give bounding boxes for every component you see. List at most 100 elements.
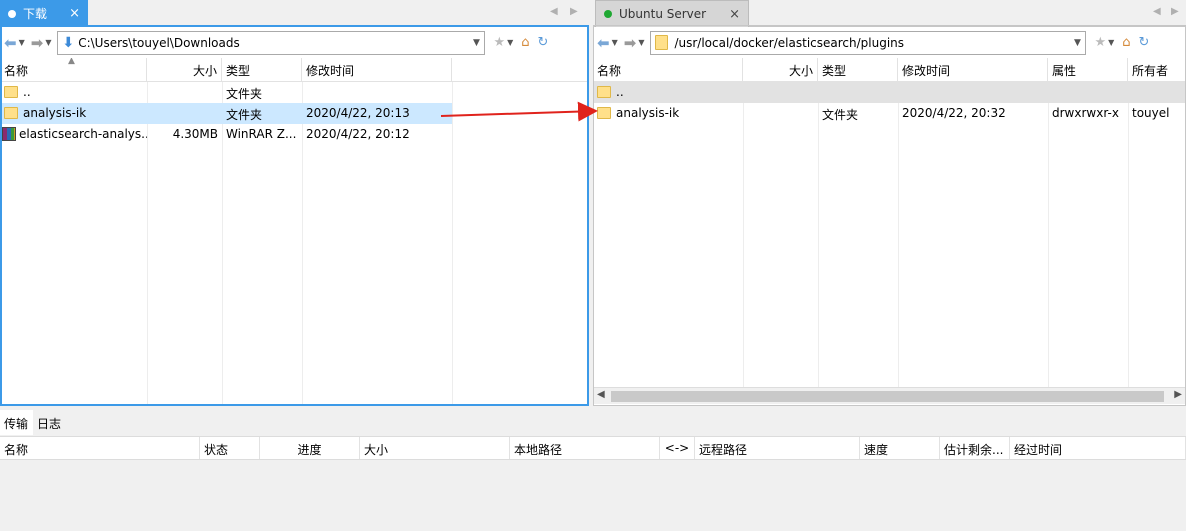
chevron-down-icon: ▼ — [18, 38, 25, 47]
status-dot-icon — [8, 9, 16, 18]
column-header-modified[interactable]: 修改时间 — [302, 58, 452, 81]
file-type-cell: 文件夹 — [226, 87, 263, 101]
file-name: elasticsearch-analys... — [19, 127, 147, 141]
column-header-speed[interactable]: 速度 — [860, 437, 940, 459]
column-header-name[interactable]: 名称 — [593, 58, 743, 81]
tab-scroll-left-icon[interactable]: ◀ — [1153, 6, 1161, 17]
table-row-highlighted[interactable]: .. — [593, 82, 1186, 103]
column-header-owner[interactable]: 所有者 — [1128, 58, 1186, 81]
home-icon[interactable]: ⌂ — [521, 35, 529, 50]
file-modified-cell: 2020/4/22, 20:13 — [306, 106, 410, 120]
refresh-icon[interactable]: ↻ — [1139, 35, 1150, 50]
column-header-direction[interactable]: <-> — [660, 437, 695, 459]
file-name: .. — [616, 85, 624, 99]
column-header-local-path[interactable]: 本地路径 — [510, 437, 660, 459]
column-header-name[interactable]: 名称 — [0, 437, 200, 459]
star-icon[interactable]: ★ — [493, 35, 505, 50]
file-name-cell: .. — [593, 82, 743, 103]
file-name-cell: analysis-ik — [593, 103, 743, 124]
local-toolbar: ⬅ ▼ ➡ ▼ ⬇ C:\Users\touyel\Downloads ▼ ★ ▼ … — [0, 29, 589, 56]
scroll-right-icon[interactable]: ▶ — [1174, 389, 1182, 400]
file-type-cell: 文件夹 — [822, 108, 859, 122]
back-button[interactable]: ⬅ ▼ — [597, 34, 618, 52]
tab-scroll-right-icon[interactable]: ▶ — [1171, 6, 1179, 17]
column-header-remote-path[interactable]: 远程路径 — [695, 437, 860, 459]
horizontal-scrollbar[interactable]: ◀ ▶ — [593, 387, 1186, 404]
file-name: .. — [23, 85, 31, 99]
local-tabbar: 下载 × ◀ ▶ — [0, 0, 589, 27]
chevron-down-icon[interactable]: ▼ — [1069, 38, 1085, 48]
download-icon: ⬇ — [62, 34, 75, 51]
file-name-cell: .. — [0, 82, 147, 103]
chevron-down-icon: ▼ — [45, 38, 52, 47]
forward-button[interactable]: ➡ ▼ — [624, 34, 645, 52]
transfer-panel: 传输 日志 名称 状态 进度 大小 本地路径 <-> 远程路径 速度 估计剩余.… — [0, 407, 1186, 532]
status-dot-icon — [604, 10, 612, 18]
file-type-cell: WinRAR Z... — [226, 127, 297, 141]
remote-pane: Ubuntu Server × ◀ ▶ ⬅ ▼ ➡ ▼ /usr/local/doc… — [593, 0, 1186, 406]
transfer-list-header: 名称 状态 进度 大小 本地路径 <-> 远程路径 速度 估计剩余... 经过时… — [0, 436, 1186, 460]
arrow-left-icon: ⬅ — [597, 33, 610, 52]
local-path-input[interactable]: ⬇ C:\Users\touyel\Downloads ▼ — [57, 30, 486, 55]
remote-file-list[interactable]: 名称 大小 类型 修改时间 属性 所有者 .. analysis-ik 文件夹 … — [593, 58, 1186, 404]
file-name-cell: analysis-ik — [0, 103, 147, 124]
column-header-eta[interactable]: 估计剩余... — [940, 437, 1010, 459]
chevron-down-icon: ▼ — [638, 38, 645, 47]
column-header-elapsed[interactable]: 经过时间 — [1010, 437, 1186, 459]
column-header-size[interactable]: 大小 — [360, 437, 510, 459]
folder-icon — [597, 86, 611, 98]
winrar-archive-icon — [2, 127, 16, 141]
folder-icon — [4, 86, 18, 98]
scroll-left-icon[interactable]: ◀ — [597, 389, 605, 400]
file-name: analysis-ik — [616, 106, 680, 120]
column-header-size[interactable]: 大小 — [743, 58, 818, 81]
remote-tabbar: Ubuntu Server × ◀ ▶ — [593, 0, 1186, 27]
arrow-left-icon: ⬅ — [4, 33, 17, 52]
local-toolbar-icons: ★ ▼ ⌂ ↻ — [493, 35, 548, 50]
chevron-down-icon[interactable]: ▼ — [507, 38, 513, 47]
scrollbar-thumb[interactable] — [611, 391, 1164, 402]
file-modified-cell: 2020/4/22, 20:32 — [902, 106, 1006, 120]
column-header-size[interactable]: 大小 — [147, 58, 222, 81]
folder-icon — [597, 107, 611, 119]
tab-local-downloads[interactable]: 下载 × — [0, 0, 88, 27]
arrow-right-icon: ➡ — [30, 33, 44, 52]
column-header-progress[interactable]: 进度 — [260, 437, 360, 459]
star-icon[interactable]: ★ — [1094, 35, 1106, 50]
tab-scroll-right-icon[interactable]: ▶ — [570, 6, 578, 17]
file-modified-cell: 2020/4/22, 20:12 — [306, 127, 410, 141]
tab-label: Ubuntu Server — [619, 7, 707, 21]
tab-log[interactable]: 日志 — [33, 410, 67, 435]
column-header-status[interactable]: 状态 — [200, 437, 260, 459]
forward-button[interactable]: ➡ ▼ — [31, 34, 52, 52]
folder-icon — [655, 35, 669, 50]
file-owner-cell: touyel — [1132, 106, 1170, 120]
remote-path-input[interactable]: /usr/local/docker/elasticsearch/plugins … — [650, 30, 1087, 55]
chevron-down-icon[interactable]: ▼ — [468, 38, 484, 48]
table-row-selected[interactable]: analysis-ik 文件夹 2020/4/22, 20:13 — [0, 103, 452, 124]
table-row[interactable]: elasticsearch-analys... 4.30MB WinRAR Z.… — [0, 124, 452, 145]
column-header-attributes[interactable]: 属性 — [1048, 58, 1128, 81]
column-header-type[interactable]: 类型 — [818, 58, 898, 81]
tab-transfer[interactable]: 传输 — [0, 410, 34, 435]
close-icon[interactable]: × — [729, 8, 740, 21]
table-row[interactable]: analysis-ik 文件夹 2020/4/22, 20:32 drwxrwx… — [593, 103, 1186, 124]
file-size-cell: 4.30MB — [172, 127, 218, 141]
chevron-down-icon[interactable]: ▼ — [1108, 38, 1114, 47]
column-header-type[interactable]: 类型 — [222, 58, 302, 81]
back-button[interactable]: ⬅ ▼ — [4, 34, 25, 52]
transfer-list[interactable] — [0, 460, 1186, 532]
table-row[interactable]: .. 文件夹 — [0, 82, 452, 103]
file-name-cell: elasticsearch-analys... — [0, 124, 147, 145]
remote-list-header: 名称 大小 类型 修改时间 属性 所有者 — [593, 58, 1186, 82]
refresh-icon[interactable]: ↻ — [538, 35, 549, 50]
column-header-modified[interactable]: 修改时间 — [898, 58, 1048, 81]
home-icon[interactable]: ⌂ — [1122, 35, 1130, 50]
remote-toolbar-icons: ★ ▼ ⌂ ↻ — [1094, 35, 1149, 50]
tab-remote-ubuntu[interactable]: Ubuntu Server × — [595, 0, 749, 27]
chevron-down-icon: ▼ — [611, 38, 618, 47]
close-icon[interactable]: × — [69, 7, 80, 20]
local-file-list[interactable]: 名称 ▲ 大小 类型 修改时间 .. 文件夹 analysis-ik 文件夹 2… — [0, 58, 589, 406]
tab-scroll-left-icon[interactable]: ◀ — [550, 6, 558, 17]
file-name: analysis-ik — [23, 106, 87, 120]
